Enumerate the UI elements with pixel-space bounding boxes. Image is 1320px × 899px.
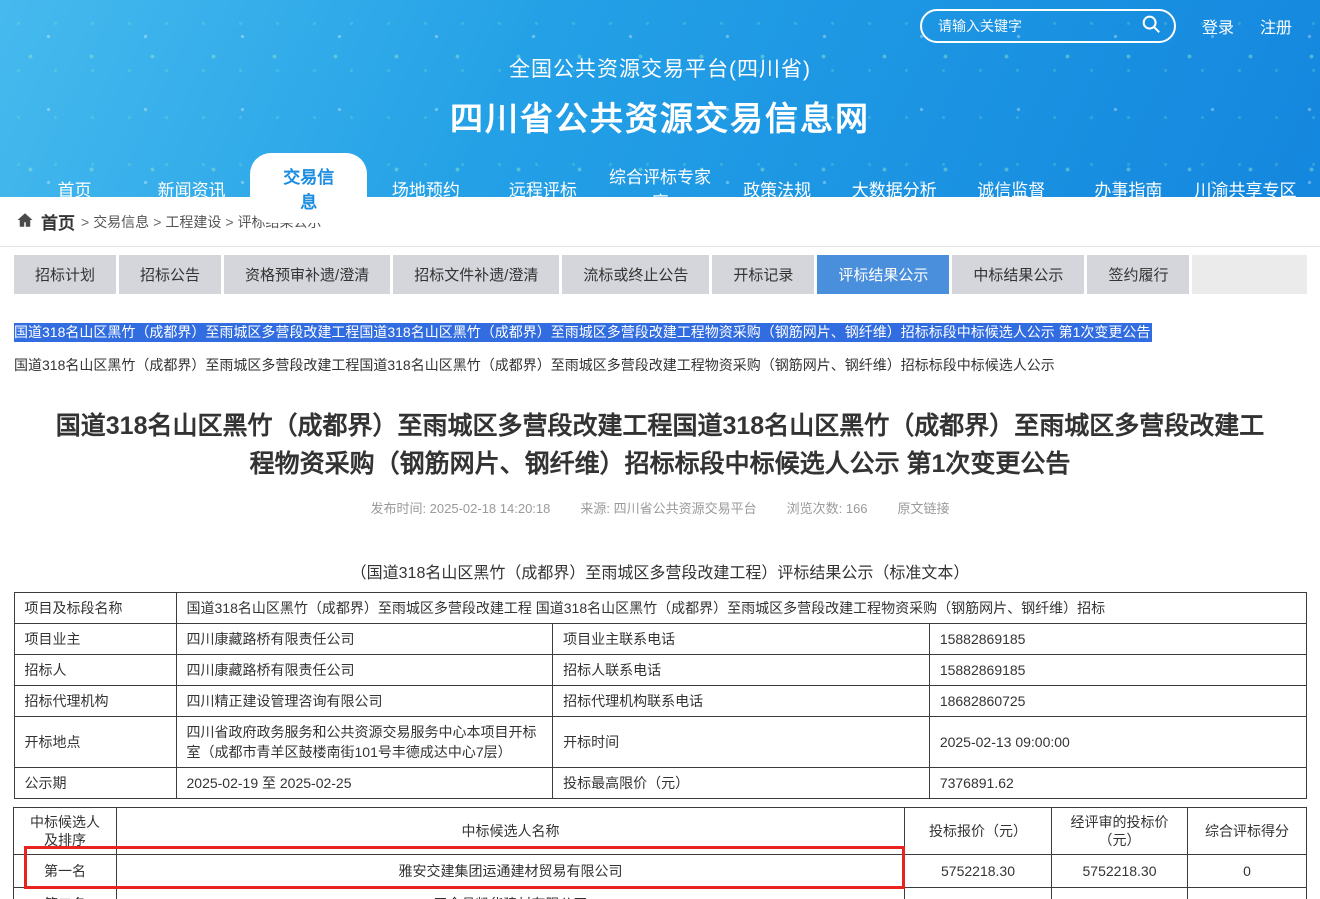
nav-item-policies[interactable]: 政策法规 [719, 167, 836, 210]
register-link[interactable]: 注册 [1260, 14, 1292, 38]
header-top-bar: 登录 注册 [0, 0, 1320, 43]
tab-contract-performance[interactable]: 签约履行 [1087, 255, 1192, 294]
search-icon[interactable] [1140, 13, 1162, 40]
agency-phone-value: 18682860725 [929, 686, 1306, 717]
search-box[interactable] [920, 9, 1176, 43]
site-titles: 全国公共资源交易平台(四川省) 四川省公共资源交易信息网 [0, 53, 1320, 140]
main-nav: 首页 新闻资讯 交易信息 场地预约 远程评标 综合评标专家库 政策法规 大数据分… [0, 153, 1320, 223]
login-link[interactable]: 登录 [1202, 14, 1234, 38]
col-price-header: 投标报价（元） [905, 808, 1052, 855]
project-info-table-wrap: 项目及标段名称 国道318名山区黑竹（成都界）至雨城区多营段改建工程 国道318… [0, 592, 1320, 799]
search-input[interactable] [938, 18, 1140, 34]
candidate-evaluated-price: 6334814.34 [1052, 888, 1188, 899]
col-rank-header: 中标候选人及排序 [14, 808, 117, 855]
tenderer-label: 招标人 [14, 655, 176, 686]
site-title: 四川省公共资源交易信息网 [0, 92, 1320, 140]
candidate-name: 雅安交建集团运通建材贸易有限公司 [117, 855, 905, 888]
opening-time-label: 开标时间 [553, 717, 930, 768]
tenderer-value: 四川康藏路桥有限责任公司 [176, 655, 553, 686]
tabstrip-filler [1192, 255, 1307, 294]
nav-item-news[interactable]: 新闻资讯 [133, 167, 250, 210]
main-content: 国道318名山区黑竹（成都界）至雨城区多营段改建工程国道318名山区黑竹（成都界… [0, 323, 1320, 583]
tab-bid-announcement[interactable]: 招标公告 [119, 255, 224, 294]
candidate-row-second: 第二名 天全县凯华建材有限公司 6334814.34 6334814.34 0 [14, 888, 1307, 899]
tab-winning-result[interactable]: 中标结果公示 [952, 255, 1087, 294]
tenderer-phone-value: 15882869185 [929, 655, 1306, 686]
selected-announcement-line[interactable]: 国道318名山区黑竹（成都界）至雨城区多营段改建工程国道318名山区黑竹（成都界… [14, 323, 1306, 342]
article-meta: 发布时间: 2025-02-18 14:20:18 来源: 四川省公共资源交易平… [14, 498, 1306, 517]
owner-phone-label: 项目业主联系电话 [553, 624, 930, 655]
candidate-price: 6334814.34 [905, 888, 1052, 899]
nav-item-big-data[interactable]: 大数据分析 [836, 167, 953, 210]
table-row: 开标地点 四川省政府政务服务和公共资源交易服务中心本项目开标室（成都市青羊区鼓楼… [14, 717, 1306, 768]
table-row: 招标代理机构 四川精正建设管理咨询有限公司 招标代理机构联系电话 1868286… [14, 686, 1306, 717]
owner-phone-value: 15882869185 [929, 624, 1306, 655]
nav-item-home[interactable]: 首页 [16, 167, 133, 210]
table-row: 招标人 四川康藏路桥有限责任公司 招标人联系电话 15882869185 [14, 655, 1306, 686]
nav-item-expert-pool[interactable]: 综合评标专家库 [601, 154, 718, 222]
candidate-name: 天全县凯华建材有限公司 [117, 888, 905, 899]
opening-time-value: 2025-02-13 09:00:00 [929, 717, 1306, 768]
view-count: 浏览次数: 166 [787, 498, 868, 517]
candidate-rank: 第一名 [14, 855, 117, 888]
opening-place-label: 开标地点 [14, 717, 176, 768]
opening-place-value: 四川省政府政务服务和公共资源交易服务中心本项目开标室（成都市青羊区鼓楼南街101… [176, 717, 553, 768]
candidate-score: 0 [1188, 888, 1307, 899]
source: 来源: 四川省公共资源交易平台 [580, 498, 756, 517]
candidate-row-first: 第一名 雅安交建集团运通建材贸易有限公司 5752218.30 5752218.… [14, 855, 1307, 888]
nav-item-chuanyu-zone[interactable]: 川渝共享专区 [1187, 167, 1304, 210]
owner-value: 四川康藏路桥有限责任公司 [176, 624, 553, 655]
nav-item-venue-booking[interactable]: 场地预约 [367, 167, 484, 210]
tab-evaluation-result[interactable]: 评标结果公示 [817, 255, 952, 294]
project-name-value: 国道318名山区黑竹（成都界）至雨城区多营段改建工程 国道318名山区黑竹（成都… [176, 593, 1306, 624]
tab-bid-doc-addendum[interactable]: 招标文件补遗/澄清 [393, 255, 562, 294]
nav-item-integrity[interactable]: 诚信监督 [953, 167, 1070, 210]
site-header: 登录 注册 全国公共资源交易平台(四川省) 四川省公共资源交易信息网 首页 新闻… [0, 0, 1320, 197]
candidate-price: 5752218.30 [905, 855, 1052, 888]
max-price-label: 投标最高限价（元） [553, 768, 930, 799]
candidates-header-row: 中标候选人及排序 中标候选人名称 投标报价（元） 经评审的投标价（元） 综合评标… [14, 808, 1307, 855]
publish-time: 发布时间: 2025-02-18 14:20:18 [370, 498, 550, 517]
nav-item-guide[interactable]: 办事指南 [1070, 167, 1187, 210]
candidate-evaluated-price: 5752218.30 [1052, 855, 1188, 888]
col-name-header: 中标候选人名称 [117, 808, 905, 855]
max-price-value: 7376891.62 [929, 768, 1306, 799]
announcement-line[interactable]: 国道318名山区黑竹（成都界）至雨城区多营段改建工程国道318名山区黑竹（成都界… [14, 355, 1306, 375]
candidate-score: 0 [1188, 855, 1307, 888]
nav-item-trade-info[interactable]: 交易信息 [250, 153, 367, 223]
result-table-caption: （国道318名山区黑竹（成都界）至雨城区多营段改建工程）评标结果公示（标准文本） [14, 559, 1306, 583]
project-info-table: 项目及标段名称 国道318名山区黑竹（成都界）至雨城区多营段改建工程 国道318… [14, 592, 1307, 799]
table-row: 公示期 2025-02-19 至 2025-02-25 投标最高限价（元） 73… [14, 768, 1306, 799]
category-tabs: 招标计划 招标公告 资格预审补遗/澄清 招标文件补遗/澄清 流标或终止公告 开标… [0, 247, 1320, 306]
table-row: 项目业主 四川康藏路桥有限责任公司 项目业主联系电话 15882869185 [14, 624, 1306, 655]
candidate-rank: 第二名 [14, 888, 117, 899]
article-title: 国道318名山区黑竹（成都界）至雨城区多营段改建工程国道318名山区黑竹（成都界… [45, 408, 1275, 483]
tab-bid-opening-record[interactable]: 开标记录 [712, 255, 817, 294]
owner-label: 项目业主 [14, 624, 176, 655]
original-link[interactable]: 原文链接 [898, 498, 950, 517]
candidates-table: 中标候选人及排序 中标候选人名称 投标报价（元） 经评审的投标价（元） 综合评标… [13, 807, 1307, 899]
agency-value: 四川精正建设管理咨询有限公司 [176, 686, 553, 717]
nav-item-remote-evaluation[interactable]: 远程评标 [484, 167, 601, 210]
tab-prequalification-addendum[interactable]: 资格预审补遗/澄清 [224, 255, 393, 294]
project-name-label: 项目及标段名称 [14, 593, 176, 624]
tenderer-phone-label: 招标人联系电话 [553, 655, 930, 686]
table-row: 项目及标段名称 国道318名山区黑竹（成都界）至雨城区多营段改建工程 国道318… [14, 593, 1306, 624]
col-evaluated-header: 经评审的投标价（元） [1052, 808, 1188, 855]
publicity-period-label: 公示期 [14, 768, 176, 799]
agency-phone-label: 招标代理机构联系电话 [553, 686, 930, 717]
agency-label: 招标代理机构 [14, 686, 176, 717]
tab-failed-or-terminated[interactable]: 流标或终止公告 [562, 255, 712, 294]
publicity-period-value: 2025-02-19 至 2025-02-25 [176, 768, 553, 799]
tab-bid-plan[interactable]: 招标计划 [14, 255, 119, 294]
site-subtitle: 全国公共资源交易平台(四川省) [0, 53, 1320, 83]
candidates-table-wrap: 中标候选人及排序 中标候选人名称 投标报价（元） 经评审的投标价（元） 综合评标… [0, 807, 1320, 899]
col-score-header: 综合评标得分 [1188, 808, 1307, 855]
